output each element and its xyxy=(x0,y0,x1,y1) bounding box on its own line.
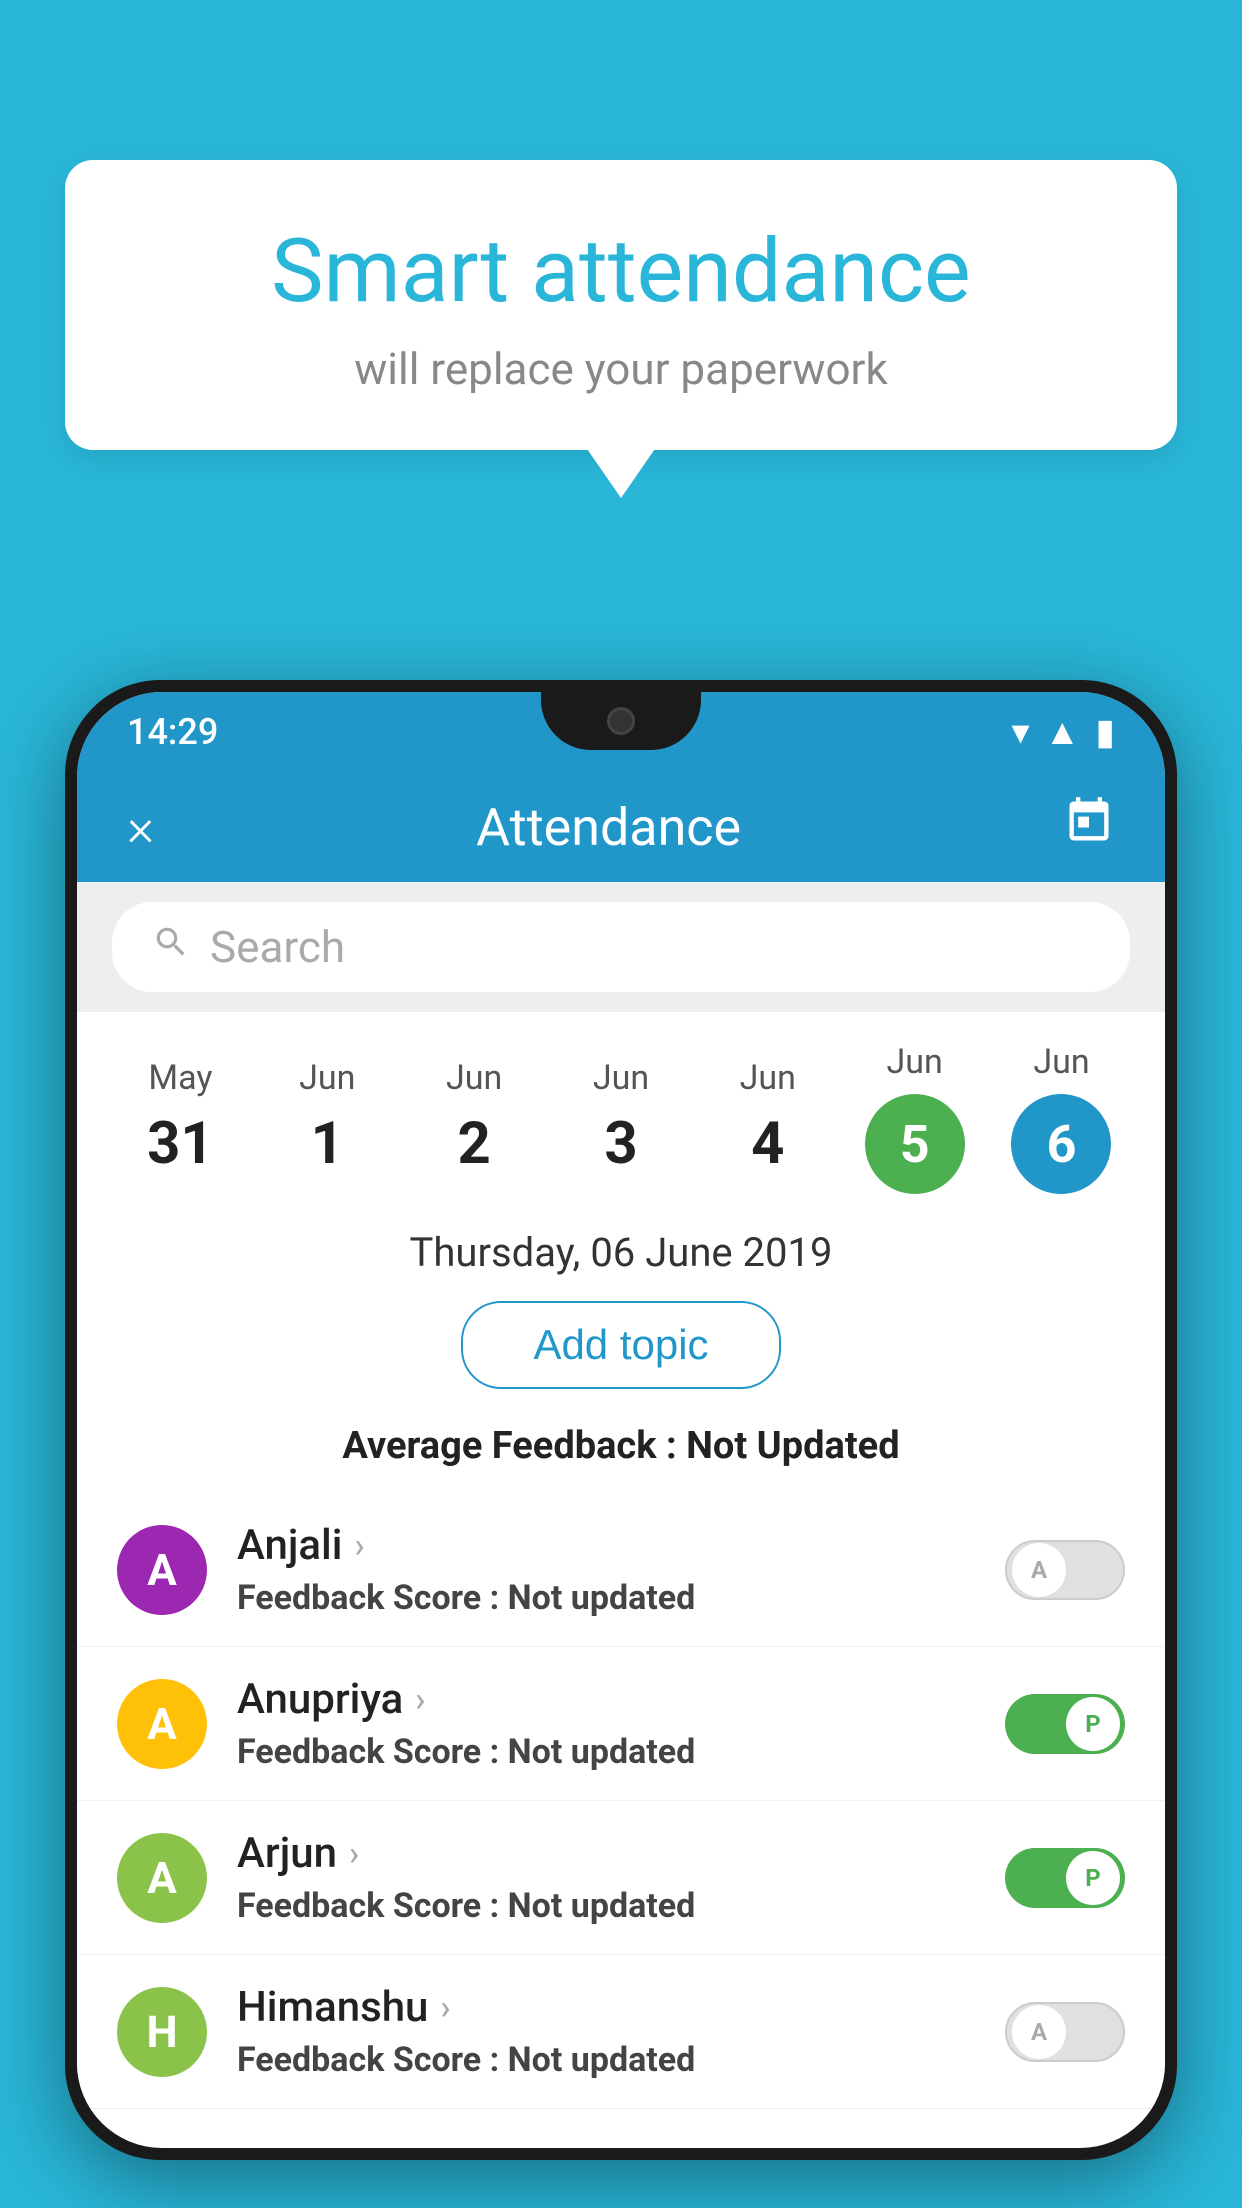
student-avatar-himanshu: H xyxy=(117,1987,207,2077)
signal-icon: ▲ xyxy=(1045,711,1081,753)
speech-bubble-title: Smart attendance xyxy=(135,220,1107,323)
chevron-right-icon: › xyxy=(349,1834,359,1874)
calendar-icon[interactable] xyxy=(1063,795,1115,859)
date-day: 3 xyxy=(604,1110,637,1178)
date-item-jun1[interactable]: Jun 1 xyxy=(267,1058,387,1178)
date-day: 1 xyxy=(311,1110,344,1178)
speech-bubble: Smart attendance will replace your paper… xyxy=(65,160,1177,450)
student-name-anjali: Anjali › xyxy=(237,1521,1005,1570)
avg-feedback: Average Feedback : Not Updated xyxy=(77,1414,1165,1493)
date-month: Jun xyxy=(593,1058,649,1098)
date-day: 2 xyxy=(457,1110,490,1178)
date-month: May xyxy=(148,1058,212,1098)
speech-bubble-subtitle: will replace your paperwork xyxy=(135,343,1107,395)
attendance-toggle-anupriya[interactable]: P xyxy=(1005,1694,1125,1754)
date-item-jun3[interactable]: Jun 3 xyxy=(561,1058,681,1178)
chevron-right-icon: › xyxy=(440,1988,450,2028)
date-month: Jun xyxy=(446,1058,502,1098)
date-item-may31[interactable]: May 31 xyxy=(120,1058,240,1178)
date-month: Jun xyxy=(887,1042,943,1082)
student-item-anjali[interactable]: A Anjali › Feedback Score : Not updated … xyxy=(77,1493,1165,1647)
phone-frame: 14:29 ▾ ▲ ▮ × Attendance xyxy=(65,680,1177,2160)
date-month: Jun xyxy=(740,1058,796,1098)
calendar-strip: May 31 Jun 1 Jun 2 Jun 3 xyxy=(77,1012,1165,1204)
date-item-jun5[interactable]: Jun 5 xyxy=(855,1042,975,1194)
student-info-anjali: Anjali › Feedback Score : Not updated xyxy=(237,1521,1005,1618)
student-info-arjun: Arjun › Feedback Score : Not updated xyxy=(237,1829,1005,1926)
student-feedback-himanshu: Feedback Score : Not updated xyxy=(237,2040,1005,2080)
date-day: 4 xyxy=(751,1110,784,1178)
date-day: 31 xyxy=(147,1110,214,1178)
date-item-jun2[interactable]: Jun 2 xyxy=(414,1058,534,1178)
student-feedback-anupriya: Feedback Score : Not updated xyxy=(237,1732,1005,1772)
student-item-arjun[interactable]: A Arjun › Feedback Score : Not updated P xyxy=(77,1801,1165,1955)
phone-wrapper: 14:29 ▾ ▲ ▮ × Attendance xyxy=(65,680,1177,2208)
camera-dot xyxy=(607,707,635,735)
attendance-toggle-himanshu[interactable]: A xyxy=(1005,2002,1125,2062)
students-list: A Anjali › Feedback Score : Not updated … xyxy=(77,1493,1165,2109)
student-name-anupriya: Anupriya › xyxy=(237,1675,1005,1724)
battery-icon: ▮ xyxy=(1095,711,1115,753)
attendance-toggle-arjun[interactable]: P xyxy=(1005,1848,1125,1908)
search-icon xyxy=(152,923,190,972)
student-avatar-anupriya: A xyxy=(117,1679,207,1769)
app-bar-title: Attendance xyxy=(476,797,741,858)
student-feedback-arjun: Feedback Score : Not updated xyxy=(237,1886,1005,1926)
add-topic-button[interactable]: Add topic xyxy=(461,1301,780,1389)
date-month: Jun xyxy=(299,1058,355,1098)
toggle-knob-anupriya: P xyxy=(1066,1697,1120,1751)
avg-feedback-value: Not Updated xyxy=(686,1424,900,1468)
date-day-selected-green: 5 xyxy=(865,1094,965,1194)
calendar-dates: May 31 Jun 1 Jun 2 Jun 3 xyxy=(107,1042,1135,1194)
search-container: Search xyxy=(77,882,1165,1012)
avg-feedback-label: Average Feedback : xyxy=(342,1424,676,1468)
wifi-icon: ▾ xyxy=(1011,711,1029,753)
date-item-jun6[interactable]: Jun 6 xyxy=(1001,1042,1121,1194)
student-feedback-anjali: Feedback Score : Not updated xyxy=(237,1578,1005,1618)
app-bar: × Attendance xyxy=(77,772,1165,882)
student-item-anupriya[interactable]: A Anupriya › Feedback Score : Not update… xyxy=(77,1647,1165,1801)
student-info-himanshu: Himanshu › Feedback Score : Not updated xyxy=(237,1983,1005,2080)
status-icons: ▾ ▲ ▮ xyxy=(1011,711,1115,753)
date-month: Jun xyxy=(1033,1042,1089,1082)
student-name-himanshu: Himanshu › xyxy=(237,1983,1005,2032)
student-avatar-anjali: A xyxy=(117,1525,207,1615)
phone-screen: 14:29 ▾ ▲ ▮ × Attendance xyxy=(77,692,1165,2148)
date-item-jun4[interactable]: Jun 4 xyxy=(708,1058,828,1178)
chevron-right-icon: › xyxy=(354,1526,364,1566)
student-info-anupriya: Anupriya › Feedback Score : Not updated xyxy=(237,1675,1005,1772)
toggle-knob-arjun: P xyxy=(1066,1851,1120,1905)
toggle-knob-anjali: A xyxy=(1012,1543,1066,1597)
close-button[interactable]: × xyxy=(127,797,154,858)
student-avatar-arjun: A xyxy=(117,1833,207,1923)
student-name-arjun: Arjun › xyxy=(237,1829,1005,1878)
selected-date-label: Thursday, 06 June 2019 xyxy=(77,1204,1165,1291)
attendance-toggle-anjali[interactable]: A xyxy=(1005,1540,1125,1600)
chevron-right-icon: › xyxy=(415,1680,425,1720)
search-bar[interactable]: Search xyxy=(112,902,1130,992)
date-day-selected-blue: 6 xyxy=(1011,1094,1111,1194)
status-time: 14:29 xyxy=(127,711,218,753)
add-topic-container: Add topic xyxy=(77,1291,1165,1414)
search-placeholder: Search xyxy=(210,921,345,973)
phone-notch xyxy=(541,692,701,750)
toggle-knob-himanshu: A xyxy=(1012,2005,1066,2059)
student-item-himanshu[interactable]: H Himanshu › Feedback Score : Not update… xyxy=(77,1955,1165,2109)
